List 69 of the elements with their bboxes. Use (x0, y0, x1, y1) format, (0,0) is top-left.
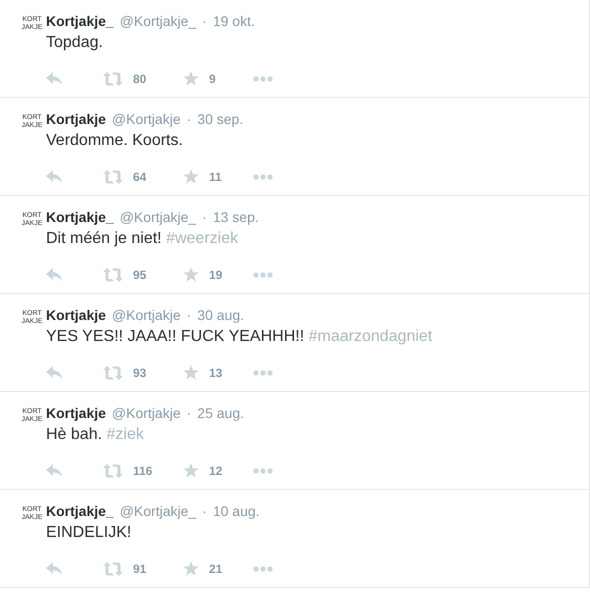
separator-dot: · (202, 209, 207, 225)
retweet-icon[interactable] (103, 464, 123, 478)
favorite-count: 19 (209, 268, 222, 282)
retweet-count: 93 (133, 366, 146, 380)
favorite-count: 13 (209, 366, 222, 380)
favorite-count: 12 (209, 464, 222, 478)
star-icon[interactable] (183, 267, 199, 282)
author-handle[interactable]: @Kortjakje_ (120, 503, 196, 519)
author-name[interactable]: Kortjakje_ (46, 503, 114, 519)
tweet-text: Verdomme. Koorts. (46, 132, 184, 150)
retweet-count: 95 (133, 268, 146, 282)
retweet-count: 91 (133, 562, 146, 576)
separator-dot: · (186, 405, 192, 421)
tweet-text: Dit méén je niet! #weerziek (46, 230, 240, 248)
favorite-count: 11 (209, 170, 222, 184)
more-icon[interactable] (253, 566, 273, 572)
tweet-text: EINDELIJK! (46, 524, 132, 542)
retweet-icon[interactable] (103, 268, 123, 282)
retweet-icon[interactable] (103, 170, 123, 184)
star-icon[interactable] (183, 169, 199, 184)
separator-dot: · (186, 111, 192, 127)
star-icon[interactable] (183, 463, 199, 478)
tweet-date[interactable]: 30 aug. (197, 307, 244, 323)
reply-icon[interactable] (46, 72, 64, 86)
tweet-date[interactable]: 13 sep. (212, 209, 259, 225)
retweet-count: 80 (133, 72, 146, 86)
author-name[interactable]: Kortjakje (46, 307, 106, 323)
author-name[interactable]: Kortjakje (46, 111, 106, 127)
tweet-date[interactable]: 30 sep. (197, 111, 244, 127)
separator-dot: · (202, 13, 207, 29)
reply-icon[interactable] (46, 170, 64, 184)
author-handle[interactable]: @Kortjakje (112, 405, 181, 421)
retweet-count: 116 (133, 464, 152, 478)
reply-icon[interactable] (46, 562, 64, 576)
reply-icon[interactable] (46, 268, 64, 282)
hashtag-link[interactable]: #weerziek (166, 230, 238, 247)
retweet-icon[interactable] (103, 72, 123, 86)
tweet-date[interactable]: 10 aug. (212, 503, 260, 519)
author-name[interactable]: Kortjakje_ (46, 209, 114, 225)
tweet-text: YES YES!! JAAA!! FUCK YEAHHH!! #maarzondagniet (46, 328, 432, 346)
tweet-text: Topdag. (46, 34, 104, 52)
hashtag-link[interactable]: #ziek (106, 426, 144, 443)
reply-icon[interactable] (46, 464, 64, 478)
author-name[interactable]: Kortjakje (46, 405, 106, 421)
more-icon[interactable] (253, 76, 273, 82)
more-icon[interactable] (253, 468, 273, 474)
more-icon[interactable] (253, 272, 273, 278)
retweet-count: 64 (133, 170, 146, 184)
author-handle[interactable]: @Kortjakje (112, 111, 181, 127)
favorite-count: 9 (209, 72, 216, 86)
star-icon[interactable] (183, 365, 199, 380)
tweet-date[interactable]: 19 okt. (212, 13, 255, 29)
star-icon[interactable] (183, 561, 199, 576)
author-handle[interactable]: @Kortjakje_ (120, 209, 196, 225)
author-name[interactable]: Kortjakje_ (46, 13, 114, 29)
more-icon[interactable] (253, 370, 273, 376)
separator-dot: · (202, 503, 207, 519)
favorite-count: 21 (209, 562, 222, 576)
more-icon[interactable] (253, 174, 273, 180)
star-icon[interactable] (183, 71, 199, 86)
retweet-icon[interactable] (103, 562, 123, 576)
author-handle[interactable]: @Kortjakje (112, 307, 181, 323)
hashtag-link[interactable]: #maarzondagniet (308, 328, 432, 345)
retweet-icon[interactable] (103, 366, 123, 380)
reply-icon[interactable] (46, 366, 64, 380)
author-handle[interactable]: @Kortjakje_ (120, 13, 196, 29)
tweet-text: Hè bah. #ziek (46, 426, 145, 444)
tweet-date[interactable]: 25 aug. (197, 405, 244, 421)
separator-dot: · (186, 307, 192, 323)
